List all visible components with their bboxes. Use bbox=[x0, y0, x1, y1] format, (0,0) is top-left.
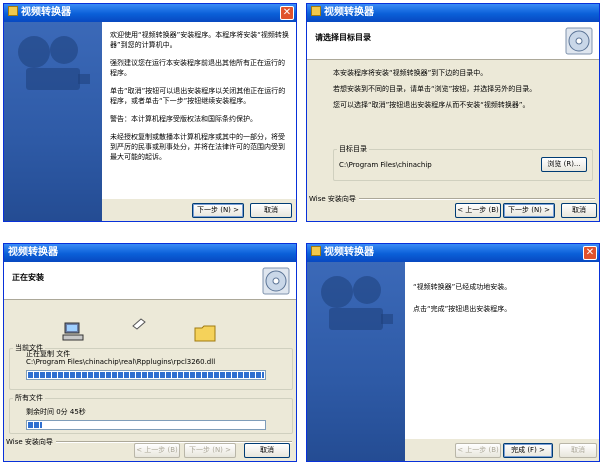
destination-path: C:\Program Files\chinachip bbox=[339, 161, 432, 169]
computer-icon bbox=[62, 322, 84, 341]
dest-line-1: 本安装程序将安装“视频转换器”到下边的目录中。 bbox=[333, 69, 488, 77]
all-files-progress-fill bbox=[28, 422, 43, 428]
current-file-path: C:\Program Files\chinachip\real\Rpplugin… bbox=[26, 358, 216, 366]
finish-line-2: 点击“完成”按钮退出安装程序。 bbox=[413, 305, 512, 313]
dest-line-3: 您可以选择“取消”按钮退出安装程序从而不安装“视频转换器”。 bbox=[333, 101, 530, 109]
flying-paper-icon bbox=[132, 318, 146, 330]
all-files-group-label: 所有文件 bbox=[13, 393, 45, 403]
welcome-paragraph-2: 强烈建议您在运行本安装程序前退出其他所有正在运行的程序。 bbox=[110, 59, 285, 77]
cancel-button[interactable]: 取消 bbox=[250, 203, 292, 218]
destination-window: 视频转换器 请选择目标目录 本安装程序将安装“视频转换器”到下边的目录中。 若想… bbox=[306, 3, 600, 222]
app-icon bbox=[311, 6, 321, 16]
folder-icon bbox=[194, 325, 216, 342]
title-bar[interactable]: 视频转换器 ✕ bbox=[4, 4, 296, 22]
current-file-progress-fill bbox=[28, 372, 264, 378]
welcome-content: 欢迎使用“视频转换器”安装程序。本程序将安装“视频转换器”到您的计算机中。 强烈… bbox=[102, 22, 296, 199]
install-cd-icon bbox=[565, 27, 593, 55]
time-remaining: 剩余时间 0分 45秒 bbox=[26, 408, 86, 416]
installer-sidebar bbox=[307, 262, 405, 461]
finish-window: 视频转换器 ✕ “视频转换器”已经成功地安装。 点击“完成”按钮退出安装程序。 … bbox=[306, 243, 600, 462]
destination-text: 本安装程序将安装“视频转换器”到下边的目录中。 若想安装到不同的目录，请单击“浏… bbox=[333, 68, 595, 110]
title-bar[interactable]: 视频转换器 bbox=[307, 4, 599, 22]
app-icon bbox=[8, 6, 18, 16]
title-bar[interactable]: 视频转换器 ✕ bbox=[307, 244, 599, 262]
window-title: 视频转换器 bbox=[21, 7, 71, 18]
film-projector-icon bbox=[18, 36, 90, 90]
wizard-separator bbox=[347, 198, 595, 200]
finish-line-1: “视频转换器”已经成功地安装。 bbox=[413, 283, 512, 291]
next-button[interactable]: 下一步 (N) > bbox=[192, 203, 244, 218]
wise-wizard-label: Wise 安装向导 bbox=[6, 437, 56, 447]
install-cd-icon bbox=[262, 267, 290, 295]
wizard-header: 请选择目标目录 bbox=[307, 22, 599, 60]
welcome-paragraph-1: 欢迎使用“视频转换器”安装程序。本程序将安装“视频转换器”到您的计算机中。 bbox=[110, 31, 289, 49]
installer-sidebar bbox=[4, 22, 102, 221]
film-projector-icon bbox=[321, 276, 393, 330]
next-button[interactable]: 下一步 (N) > bbox=[184, 443, 236, 458]
title-bar[interactable]: 视频转换器 bbox=[4, 244, 296, 262]
cancel-button[interactable]: 取消 bbox=[561, 203, 597, 218]
close-button[interactable]: ✕ bbox=[583, 246, 597, 260]
welcome-window: 视频转换器 ✕ 欢迎使用“视频转换器”安装程序。本程序将安装“视频转换器”到您的… bbox=[3, 3, 297, 222]
back-button[interactable]: < 上一步 (B) bbox=[134, 443, 180, 458]
cancel-button[interactable]: 取消 bbox=[559, 443, 597, 458]
installing-window: 视频转换器 正在安装 当前文件 正在复制 文件 C:\Program Files… bbox=[3, 243, 297, 462]
wizard-header: 正在安装 bbox=[4, 262, 296, 300]
finish-button[interactable]: 完成 (F) > bbox=[503, 443, 553, 458]
back-button[interactable]: < 上一步 (B) bbox=[455, 443, 501, 458]
app-icon bbox=[311, 246, 321, 256]
close-button[interactable]: ✕ bbox=[280, 6, 294, 20]
next-button[interactable]: 下一步 (N) > bbox=[503, 203, 555, 218]
welcome-paragraph-5: 未经授权复制或散播本计算机程序或其中的一部分，将受到严厉的民事或刑事处分，并将在… bbox=[110, 133, 285, 161]
welcome-paragraph-3: 单击“取消”按钮可以退出安装程序以关闭其他正在运行的程序，或者单击“下一步”按钮… bbox=[110, 87, 286, 105]
current-file-progress bbox=[26, 370, 266, 380]
back-button[interactable]: < 上一步 (B) bbox=[455, 203, 501, 218]
finish-content: “视频转换器”已经成功地安装。 点击“完成”按钮退出安装程序。 bbox=[405, 262, 599, 439]
page-title: 请选择目标目录 bbox=[315, 33, 371, 42]
browse-button[interactable]: 浏览 (R)... bbox=[541, 157, 587, 172]
cancel-button[interactable]: 取消 bbox=[244, 443, 290, 458]
window-title: 视频转换器 bbox=[324, 7, 374, 18]
welcome-paragraph-4: 警告：本计算机程序受版权法和国际条约保护。 bbox=[110, 115, 257, 123]
wise-wizard-label: Wise 安装向导 bbox=[309, 194, 359, 204]
all-files-progress bbox=[26, 420, 266, 430]
page-title: 正在安装 bbox=[12, 273, 44, 282]
dest-line-2: 若想安装到不同的目录，请单击“浏览”按钮，并选择另外的目录。 bbox=[333, 85, 537, 93]
window-title: 视频转换器 bbox=[8, 247, 58, 258]
window-title: 视频转换器 bbox=[324, 247, 374, 258]
destination-group-label: 目标目录 bbox=[337, 144, 369, 154]
